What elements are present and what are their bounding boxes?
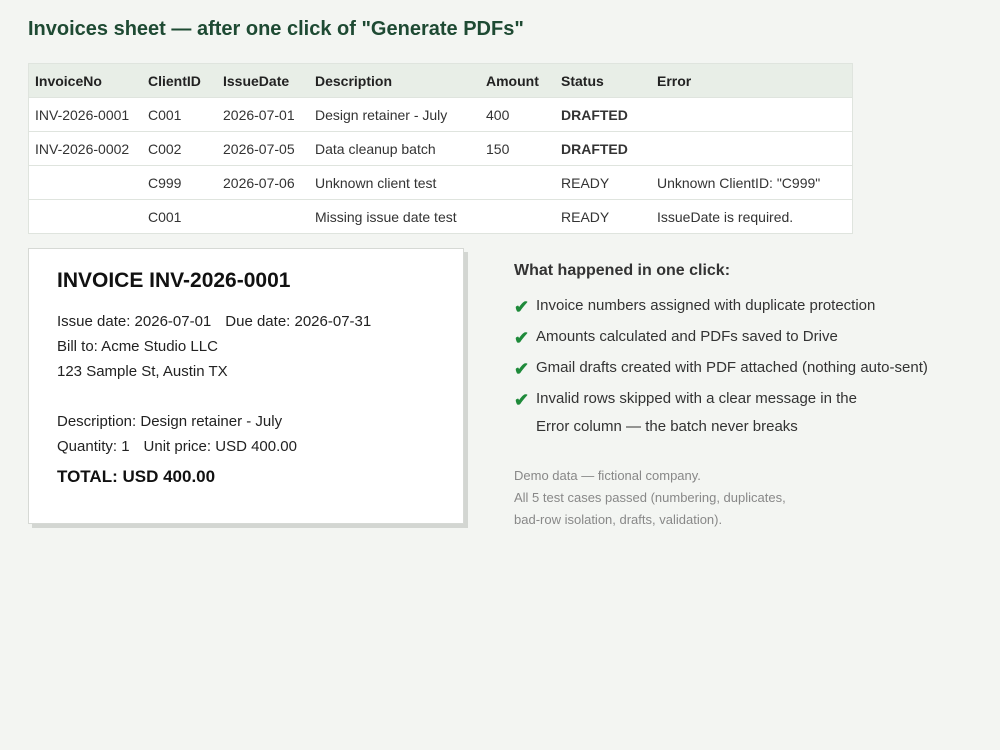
note-line: Demo data — fictional company. bbox=[514, 468, 701, 483]
page-title: Invoices sheet — after one click of "Gen… bbox=[28, 18, 524, 40]
check-icon: ✔ bbox=[514, 390, 530, 410]
invoice-total: TOTAL: USD 400.00 bbox=[57, 467, 216, 486]
list-item: ✔ Amounts calculated and PDFs saved to D… bbox=[514, 323, 954, 353]
cell-invoice-no[interactable] bbox=[28, 199, 142, 234]
check-icon: ✔ bbox=[514, 359, 530, 379]
table-row[interactable]: C999 2026-07-06 Unknown client test READ… bbox=[28, 165, 853, 200]
invoice-quantity-price: Quantity: 1 Unit price: USD 400.00 bbox=[57, 434, 435, 459]
cell-issue-date[interactable]: 2026-07-06 bbox=[217, 165, 309, 200]
header-issue-date[interactable]: IssueDate bbox=[217, 63, 309, 98]
list-item: ✔ Invoice numbers assigned with duplicat… bbox=[514, 292, 954, 322]
cell-issue-date[interactable]: 2026-07-01 bbox=[217, 97, 309, 132]
cell-status[interactable]: DRAFTED bbox=[555, 131, 651, 166]
note-line: All 5 test cases passed (numbering, dupl… bbox=[514, 490, 786, 505]
demo-note: Demo data — fictional company. All 5 tes… bbox=[514, 465, 954, 531]
cell-amount[interactable] bbox=[480, 165, 555, 200]
invoice-address: 123 Sample St, Austin TX bbox=[57, 363, 228, 380]
check-icon: ✔ bbox=[514, 297, 530, 317]
header-client-id[interactable]: ClientID bbox=[142, 63, 217, 98]
invoice-preview-card: INVOICE INV-2026-0001 Issue date: 2026-0… bbox=[28, 248, 464, 524]
header-invoice-no[interactable]: InvoiceNo bbox=[28, 63, 142, 98]
cell-client-id[interactable]: C001 bbox=[142, 97, 217, 132]
invoice-title: INVOICE INV-2026-0001 bbox=[57, 269, 291, 292]
cell-amount[interactable]: 150 bbox=[480, 131, 555, 166]
cell-error[interactable]: Unknown ClientID: "C999" bbox=[651, 165, 853, 200]
invoice-description: Description: Design retainer - July bbox=[57, 413, 283, 430]
cell-invoice-no[interactable]: INV-2026-0002 bbox=[28, 131, 142, 166]
check-icon: ✔ bbox=[514, 328, 530, 348]
invoice-issue-date: Issue date: 2026-07-01 bbox=[57, 313, 212, 330]
table-row[interactable]: C001 Missing issue date test READY Issue… bbox=[28, 199, 853, 234]
header-amount[interactable]: Amount bbox=[480, 63, 555, 98]
table-header-row: InvoiceNo ClientID IssueDate Description… bbox=[28, 63, 853, 98]
cell-status[interactable]: READY bbox=[555, 165, 651, 200]
header-description[interactable]: Description bbox=[309, 63, 480, 98]
cell-description[interactable]: Unknown client test bbox=[309, 165, 480, 200]
cell-description[interactable]: Data cleanup batch bbox=[309, 131, 480, 166]
list-item: ✔ Invalid rows skipped with a clear mess… bbox=[514, 385, 864, 441]
cell-status[interactable]: READY bbox=[555, 199, 651, 234]
header-error[interactable]: Error bbox=[651, 63, 853, 98]
invoice-quantity: Quantity: 1 bbox=[57, 438, 130, 455]
note-line: bad-row isolation, drafts, validation). bbox=[514, 512, 723, 527]
cell-error[interactable]: IssueDate is required. bbox=[651, 199, 853, 234]
list-item-text: Amounts calculated and PDFs saved to Dri… bbox=[536, 328, 838, 345]
header-status[interactable]: Status bbox=[555, 63, 651, 98]
cell-invoice-no[interactable] bbox=[28, 165, 142, 200]
summary-title: What happened in one click: bbox=[514, 262, 731, 279]
cell-client-id[interactable]: C001 bbox=[142, 199, 217, 234]
summary-list: ✔ Invoice numbers assigned with duplicat… bbox=[514, 292, 954, 441]
invoice-unit-price: Unit price: USD 400.00 bbox=[143, 438, 297, 455]
list-item: ✔ Gmail drafts created with PDF attached… bbox=[514, 354, 954, 384]
cell-amount[interactable]: 400 bbox=[480, 97, 555, 132]
cell-invoice-no[interactable]: INV-2026-0001 bbox=[28, 97, 142, 132]
cell-amount[interactable] bbox=[480, 199, 555, 234]
table-row[interactable]: INV-2026-0002 C002 2026-07-05 Data clean… bbox=[28, 131, 853, 166]
cell-status[interactable]: DRAFTED bbox=[555, 97, 651, 132]
invoice-bill-to: Bill to: Acme Studio LLC bbox=[57, 338, 218, 355]
cell-error[interactable] bbox=[651, 97, 853, 132]
invoice-dates: Issue date: 2026-07-01 Due date: 2026-07-… bbox=[57, 309, 435, 334]
cell-description[interactable]: Design retainer - July bbox=[309, 97, 480, 132]
cell-error[interactable] bbox=[651, 131, 853, 166]
list-item-text: Invalid rows skipped with a clear messag… bbox=[536, 390, 857, 435]
table-row[interactable]: INV-2026-0001 C001 2026-07-01 Design ret… bbox=[28, 97, 853, 132]
cell-client-id[interactable]: C999 bbox=[142, 165, 217, 200]
summary-panel: What happened in one click: ✔ Invoice nu… bbox=[514, 262, 954, 531]
list-item-text: Invoice numbers assigned with duplicate … bbox=[536, 297, 876, 314]
cell-client-id[interactable]: C002 bbox=[142, 131, 217, 166]
list-item-text: Gmail drafts created with PDF attached (… bbox=[536, 359, 928, 376]
cell-issue-date[interactable] bbox=[217, 199, 309, 234]
invoice-due-date: Due date: 2026-07-31 bbox=[225, 313, 372, 330]
cell-description[interactable]: Missing issue date test bbox=[309, 199, 480, 234]
cell-issue-date[interactable]: 2026-07-05 bbox=[217, 131, 309, 166]
invoices-sheet-table: InvoiceNo ClientID IssueDate Description… bbox=[28, 63, 853, 234]
